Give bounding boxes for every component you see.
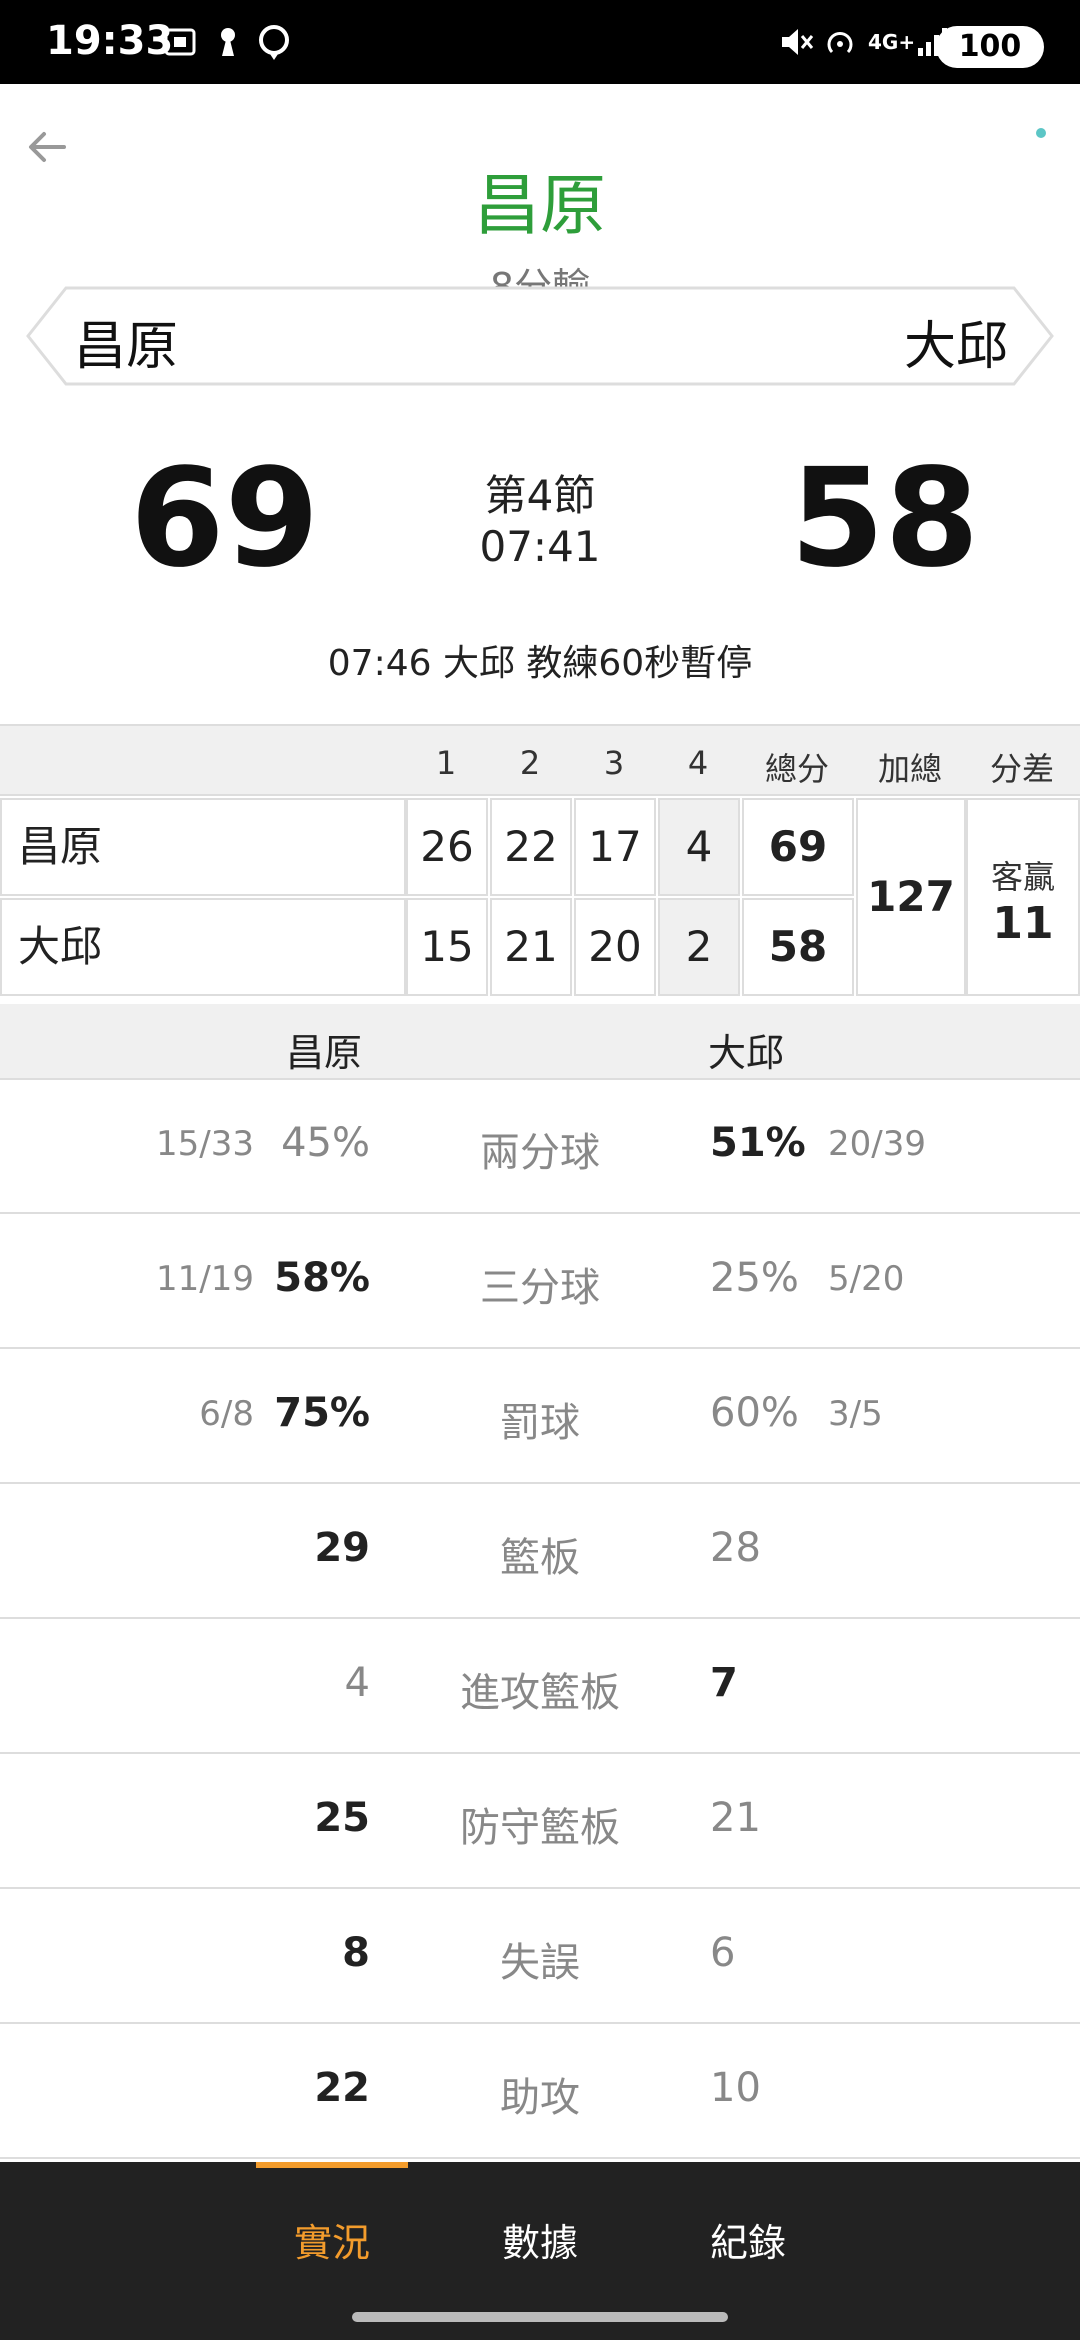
stats-right-team: 大邱 — [708, 1031, 785, 1075]
header-q2: 2 — [519, 744, 541, 782]
stat-right-value: 21 — [710, 1795, 761, 1841]
home-indicator[interactable] — [352, 2312, 728, 2322]
stat-row: 25 防守籃板 21 — [0, 1755, 1080, 1889]
tab-records[interactable]: 紀錄 — [648, 2212, 848, 2267]
header-q1: 1 — [435, 744, 457, 782]
box-score-table: 1 2 3 4 總分 加總 分差 昌原 26 22 17 4 69 大邱 15 … — [0, 724, 1080, 1000]
row-q3: 17 — [574, 798, 656, 896]
header-q3: 3 — [603, 744, 625, 782]
row-q2: 21 — [490, 898, 572, 996]
status-bar: 19:33 4G+ 100 — [0, 0, 1080, 84]
tab-live[interactable]: 實況 — [232, 2212, 432, 2267]
row-q3: 20 — [574, 898, 656, 996]
stat-row: 8 失誤 6 — [0, 1890, 1080, 2024]
network-type-label: 4G+ — [868, 30, 916, 54]
team-switcher-bar[interactable] — [26, 286, 1054, 386]
row-team-name: 昌原 — [0, 798, 406, 896]
stat-row: 15/33 45% 兩分球 51% 20/39 — [0, 1080, 1080, 1214]
stat-label: 進攻籃板 — [460, 1670, 620, 1716]
stat-right-value: 51% — [710, 1120, 806, 1166]
stat-right-fraction: 3/5 — [828, 1394, 883, 1434]
stat-label: 罰球 — [500, 1400, 580, 1446]
stat-row: 4 進攻籃板 7 — [0, 1620, 1080, 1754]
header-total: 總分 — [764, 750, 829, 788]
diff-value: 11 — [992, 898, 1054, 949]
indicator-dot — [1036, 128, 1046, 138]
location-icon — [259, 25, 289, 60]
stat-label: 失誤 — [500, 1940, 580, 1986]
team-right-name[interactable]: 大邱 — [904, 304, 1008, 379]
stat-label: 防守籃板 — [460, 1805, 620, 1851]
screenshot-icon — [164, 28, 196, 56]
active-tab-indicator — [256, 2162, 408, 2168]
stat-row: 29 籃板 28 — [0, 1485, 1080, 1619]
keyhole-icon — [221, 28, 235, 56]
row-team-name: 大邱 — [0, 898, 406, 996]
mute-icon — [782, 29, 814, 55]
stat-label: 助攻 — [500, 2075, 580, 2121]
away-score: 58 — [790, 440, 980, 598]
status-time: 19:33 — [46, 18, 174, 64]
stat-right-value: 7 — [710, 1660, 738, 1706]
stat-right-value: 25% — [710, 1255, 799, 1301]
stat-row: 6/8 75% 罰球 60% 3/5 — [0, 1350, 1080, 1484]
team-left-name[interactable]: 昌原 — [74, 304, 178, 379]
row-q4: 4 — [658, 798, 740, 896]
stats-header: 昌原 大邱 — [0, 1004, 1080, 1080]
header-q4: 4 — [687, 744, 709, 782]
stat-right-value: 10 — [710, 2065, 761, 2111]
row-q1: 26 — [406, 798, 488, 896]
score-diff-cell: 客贏 11 — [966, 798, 1080, 996]
battery-indicator: 100 — [936, 26, 1044, 68]
stats-left-team: 昌原 — [286, 1031, 363, 1075]
stat-label: 三分球 — [480, 1265, 600, 1311]
stat-right-fraction: 20/39 — [828, 1124, 926, 1164]
row-q1: 15 — [406, 898, 488, 996]
last-event-text: 07:46 大邱 教練60秒暫停 — [327, 643, 753, 684]
stat-right-fraction: 5/20 — [828, 1259, 905, 1299]
stat-row: 11/19 58% 三分球 25% 5/20 — [0, 1215, 1080, 1349]
tab-stats[interactable]: 數據 — [440, 2212, 640, 2267]
page-title: 昌原 — [474, 167, 606, 244]
box-score-header: 1 2 3 4 總分 加總 分差 — [0, 724, 1080, 796]
stat-row: 22 助攻 10 — [0, 2025, 1080, 2159]
stat-right-value: 6 — [710, 1930, 736, 1976]
stat-label: 籃板 — [500, 1535, 580, 1581]
hotspot-icon — [827, 32, 853, 54]
combined-score-cell: 127 — [856, 798, 966, 996]
stat-right-value: 60% — [710, 1390, 799, 1436]
header-diff: 分差 — [989, 750, 1054, 788]
stat-right-value: 28 — [710, 1525, 761, 1571]
row-total: 58 — [742, 898, 854, 996]
row-q4: 2 — [658, 898, 740, 996]
diff-label: 客贏 — [990, 858, 1055, 896]
row-q2: 22 — [490, 798, 572, 896]
header-combined: 加總 — [877, 750, 942, 788]
combined-score: 127 — [867, 872, 955, 921]
row-total: 69 — [742, 798, 854, 896]
